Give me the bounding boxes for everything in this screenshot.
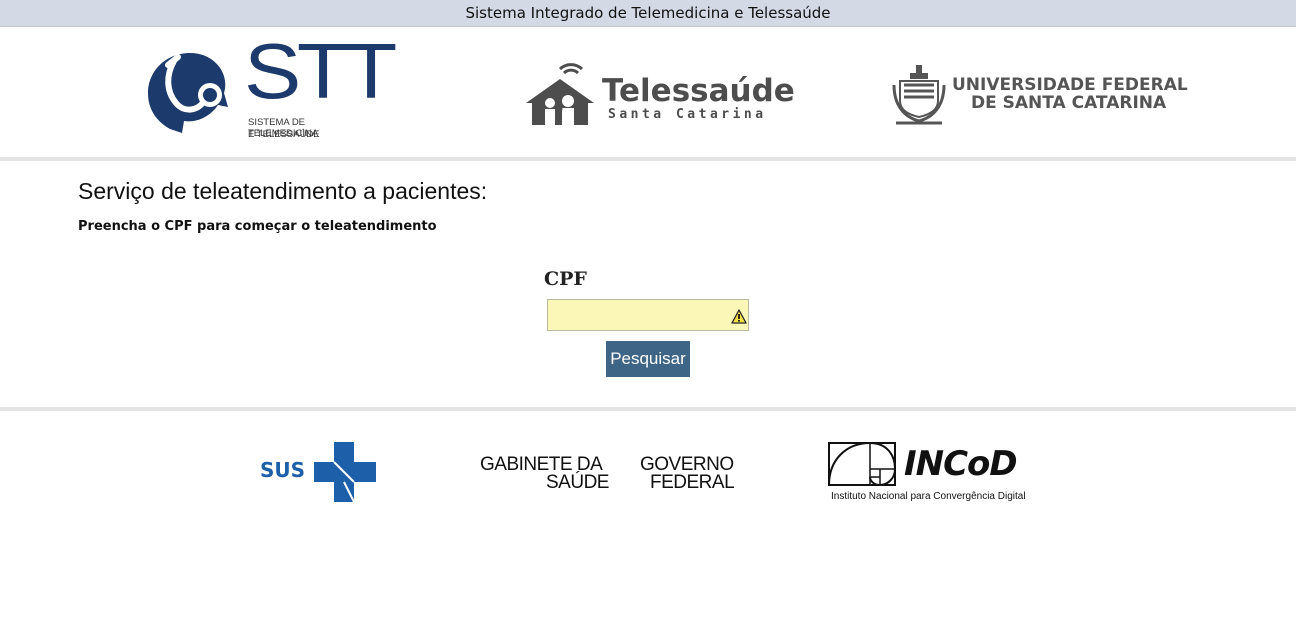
telessaude-logo: Telessaúde Santa Catarina <box>524 63 795 129</box>
page-title: Serviço de teleatendimento a pacientes: <box>78 178 488 204</box>
search-button[interactable]: Pesquisar <box>606 341 690 377</box>
header-divider <box>0 157 1296 161</box>
ufsc-logo: UNIVERSIDADE FEDERAL DE SANTA CATARINA <box>892 65 1192 127</box>
page-subtitle: Preencha o CPF para começar o teleatendi… <box>78 219 437 234</box>
stt-subtitle-line2: E TELESSAÚDE <box>248 129 320 140</box>
stt-logo: STT SISTEMA DE TELEMEDICINA E TELESSAÚDE <box>144 31 397 143</box>
stt-acronym: STT <box>244 27 397 115</box>
system-title: Sistema Integrado de Telemedicina e Tele… <box>465 4 831 22</box>
ufsc-crest-icon <box>892 65 946 125</box>
gabinete-line2: SAÚDE <box>546 472 609 493</box>
telessaude-name: Telessaúde <box>602 73 795 109</box>
header-logos: STT SISTEMA DE TELEMEDICINA E TELESSAÚDE… <box>0 27 1296 158</box>
incod-logo: INCoD Instituto Nacional para Convergênc… <box>828 442 1038 506</box>
system-title-bar: Sistema Integrado de Telemedicina e Tele… <box>0 0 1296 27</box>
incod-name: INCoD <box>904 444 1018 484</box>
cpf-input[interactable] <box>547 299 749 331</box>
warning-icon <box>731 309 747 324</box>
ufsc-name-line1: UNIVERSIDADE FEDERAL <box>952 75 1188 95</box>
telessaude-region: Santa Catarina <box>608 107 767 122</box>
golden-spiral-icon <box>828 442 896 486</box>
incod-subtitle: Instituto Nacional para Convergência Dig… <box>831 491 1026 502</box>
governo-line2: FEDERAL <box>650 472 735 493</box>
sus-text: SUS <box>260 458 306 482</box>
footer-divider <box>0 407 1296 411</box>
stt-stethoscope-icon <box>148 53 228 133</box>
sus-logo: SUS <box>258 442 378 502</box>
cpf-label: CPF <box>544 268 587 290</box>
sus-cross-icon <box>314 442 376 502</box>
ufsc-name-line2: DE SANTA CATARINA <box>971 93 1167 113</box>
house-family-icon <box>526 63 594 125</box>
gabinete-governo-logo: GABINETE DA SAÚDE GOVERNO FEDERAL <box>478 454 738 494</box>
